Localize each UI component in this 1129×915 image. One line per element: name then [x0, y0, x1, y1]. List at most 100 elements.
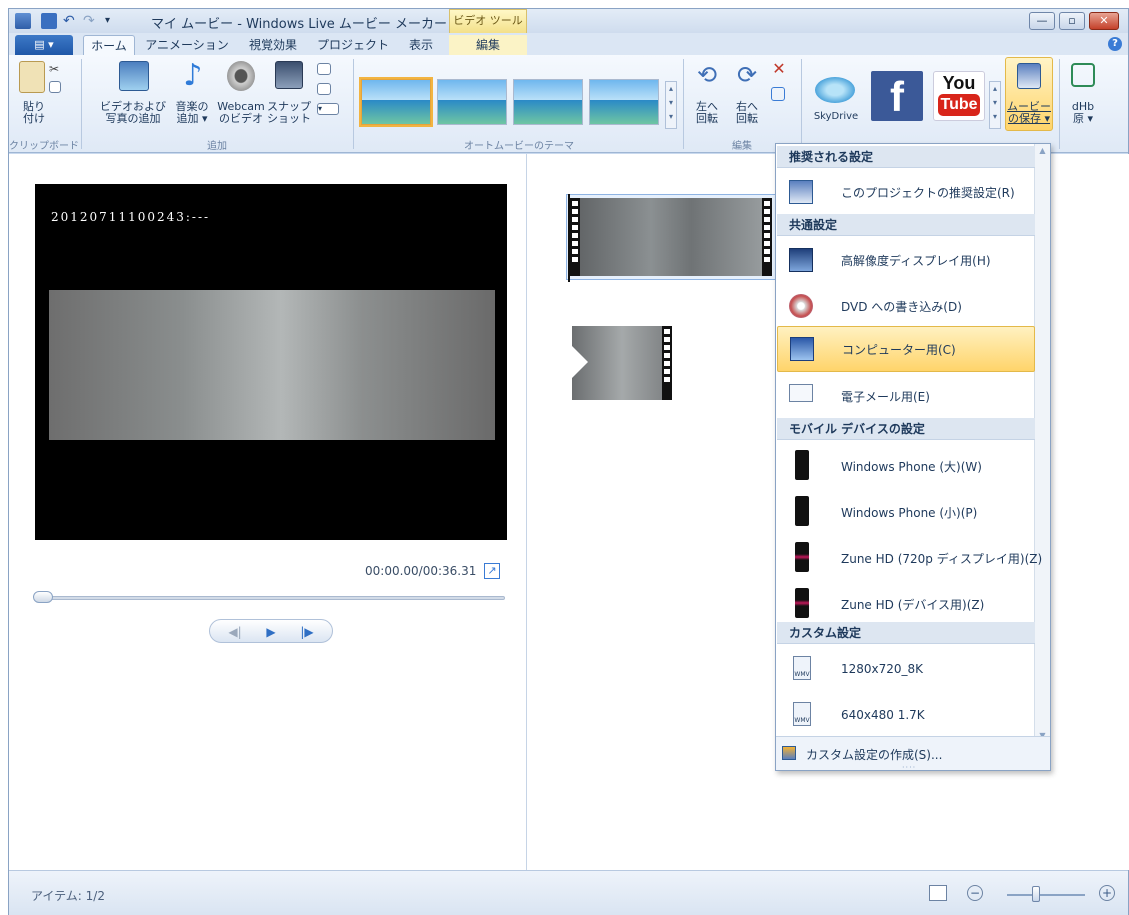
- theme-thumbnail-default[interactable]: [359, 77, 433, 127]
- zoom-out-icon[interactable]: −: [967, 885, 983, 901]
- paste-button[interactable]: 貼り 付け: [17, 101, 51, 125]
- menu-item-email[interactable]: 電子メール用(E): [777, 372, 1035, 416]
- thumbnail-size-icon[interactable]: [929, 885, 947, 901]
- dhb-icon: [1071, 63, 1095, 87]
- video-timestamp-overlay: 20120711100243:---: [51, 210, 211, 224]
- themes-gallery-scroll[interactable]: ▴ ▾ ▾: [665, 81, 677, 129]
- play-button[interactable]: ▶: [256, 623, 286, 641]
- theme-thumbnail-cinematic[interactable]: [513, 79, 583, 125]
- cut-icon[interactable]: ✂: [49, 63, 61, 75]
- app-icon[interactable]: [15, 13, 31, 29]
- clip-thumbnail[interactable]: [572, 326, 672, 400]
- theme-thumbnail-fade[interactable]: [589, 79, 659, 125]
- rotate-left-icon: ⟲: [696, 61, 718, 89]
- zoom-slider-thumb[interactable]: [1031, 886, 1040, 902]
- minimize-button[interactable]: —: [1029, 12, 1055, 30]
- resize-grip-icon[interactable]: ····: [902, 763, 916, 772]
- group-separator: [801, 59, 802, 149]
- group-separator: [1059, 59, 1060, 149]
- remove-icon[interactable]: ✕: [771, 61, 787, 77]
- menu-item-windows-phone-small[interactable]: Windows Phone (小)(P): [777, 488, 1035, 532]
- group-label-themes: オートムービーのテーマ: [464, 141, 574, 152]
- close-button[interactable]: ✕: [1089, 12, 1119, 30]
- window-title: マイ ムービー - Windows Live ムービー メーカー: [151, 17, 448, 32]
- app-menu-button[interactable]: ▤ ▾: [15, 35, 73, 55]
- help-icon[interactable]: ?: [1108, 37, 1122, 51]
- share-gallery-scroll[interactable]: ▴ ▾ ▾: [989, 81, 1001, 129]
- tab-animations[interactable]: アニメーション: [139, 35, 235, 55]
- dhb-button[interactable]: dHb 原 ▾: [1063, 101, 1103, 125]
- seek-thumb[interactable]: [33, 591, 53, 603]
- video-frame-image: [49, 290, 495, 440]
- save-movie-button[interactable]: ムービー の保存 ▾: [1005, 101, 1053, 125]
- snapshot-button[interactable]: スナップ ショット: [265, 101, 313, 125]
- youtube-you: You: [942, 73, 976, 93]
- seek-bar[interactable]: [35, 596, 505, 600]
- scroll-up-icon[interactable]: ▲: [1035, 146, 1050, 155]
- video-preview[interactable]: 20120711100243:---: [35, 184, 507, 540]
- create-custom-setting-button[interactable]: カスタム設定の作成(S)...: [806, 746, 942, 763]
- dropdown-footer: カスタム設定の作成(S)... ····: [776, 736, 1050, 772]
- status-bar: アイテム: 1/2 − +: [9, 870, 1128, 915]
- zoom-slider-track[interactable]: [1007, 894, 1085, 896]
- fullscreen-preview-button[interactable]: ↗: [484, 563, 500, 579]
- menu-item-hd-display[interactable]: 高解像度ディスプレイ用(H): [777, 238, 1035, 282]
- next-frame-button[interactable]: |▶: [292, 623, 322, 641]
- hd-display-icon: [789, 248, 813, 272]
- menu-item-recommended-settings[interactable]: このプロジェクトの推奨設定(R): [777, 170, 1035, 214]
- menu-item-computer[interactable]: コンピューター用(C): [777, 326, 1035, 372]
- menu-item-label: Zune HD (デバイス用)(Z): [841, 598, 985, 612]
- menu-item-label: Windows Phone (大)(W): [841, 460, 982, 474]
- save-movie-icon: [1017, 63, 1041, 89]
- rotate-left-button[interactable]: 左へ 回転: [689, 101, 725, 125]
- select-all-icon[interactable]: [771, 87, 785, 101]
- clip-thumbnail[interactable]: [570, 198, 772, 276]
- recommended-settings-icon: [789, 180, 813, 204]
- redo-icon[interactable]: ↷: [83, 13, 99, 29]
- dropdown-scrollbar[interactable]: ▲ ▼: [1034, 144, 1050, 744]
- rotate-right-button[interactable]: 右へ 回転: [729, 101, 765, 125]
- group-separator: [683, 59, 684, 149]
- menu-item-windows-phone-large[interactable]: Windows Phone (大)(W): [777, 442, 1035, 486]
- copy-icon[interactable]: [49, 81, 61, 93]
- webcam-icon: [227, 61, 255, 91]
- playback-controls: ◀| ▶ |▶: [209, 619, 333, 643]
- section-header-custom: カスタム設定: [777, 622, 1035, 644]
- undo-icon[interactable]: ↶: [63, 13, 79, 29]
- title-icon[interactable]: [317, 63, 331, 75]
- tab-edit[interactable]: 編集: [449, 35, 527, 55]
- menu-item-custom-640x480[interactable]: WMV 640x480 1.7K: [777, 692, 1035, 736]
- maximize-icon: ▫: [1068, 14, 1076, 27]
- tab-home[interactable]: ホーム: [83, 35, 135, 55]
- preview-pane: 20120711100243:--- 00:00.00/00:36.31 ↗ ◀…: [9, 154, 527, 870]
- caption-icon[interactable]: [317, 83, 331, 95]
- tab-view[interactable]: 表示: [401, 35, 441, 55]
- menu-item-zune-device[interactable]: Zune HD (デバイス用)(Z): [777, 580, 1035, 624]
- save-icon[interactable]: [41, 13, 57, 29]
- add-videos-photos-icon: [119, 61, 149, 91]
- section-header-mobile: モバイル デバイスの設定: [777, 418, 1035, 440]
- save-movie-dropdown: ▲ ▼ 推奨される設定 このプロジェクトの推奨設定(R) 共通設定 高解像度ディ…: [775, 143, 1051, 772]
- customize-qat-icon[interactable]: ▾: [105, 13, 121, 29]
- tab-visual-effects[interactable]: 視覚効果: [241, 35, 305, 55]
- zoom-in-icon[interactable]: +: [1099, 885, 1115, 901]
- add-videos-photos-button[interactable]: ビデオおよび 写真の追加: [91, 101, 175, 125]
- group-label-add: 追加: [207, 141, 227, 152]
- tab-project[interactable]: プロジェクト: [313, 35, 393, 55]
- computer-icon: [790, 337, 814, 361]
- context-tab-group-label: ビデオ ツール: [449, 9, 527, 33]
- youtube-icon[interactable]: You Tube: [933, 71, 985, 121]
- menu-item-zune-720p[interactable]: Zune HD (720p ディスプレイ用)(Z): [777, 534, 1042, 578]
- webcam-video-button[interactable]: Webcam のビデオ: [215, 101, 267, 125]
- skydrive-icon[interactable]: [815, 77, 855, 103]
- playhead-indicator[interactable]: [568, 194, 570, 282]
- menu-item-label: コンピューター用(C): [842, 343, 956, 357]
- maximize-button[interactable]: ▫: [1059, 12, 1085, 30]
- facebook-icon[interactable]: f: [871, 71, 923, 121]
- menu-item-custom-1280x720[interactable]: WMV 1280x720_8K: [777, 646, 1035, 690]
- previous-frame-button[interactable]: ◀|: [220, 623, 250, 641]
- credits-icon[interactable]: ▾: [317, 103, 339, 115]
- theme-thumbnail-contemporary[interactable]: [437, 79, 507, 125]
- menu-item-dvd[interactable]: DVD への書き込み(D): [777, 284, 1035, 328]
- add-music-button[interactable]: 音楽の 追加 ▾: [169, 101, 215, 125]
